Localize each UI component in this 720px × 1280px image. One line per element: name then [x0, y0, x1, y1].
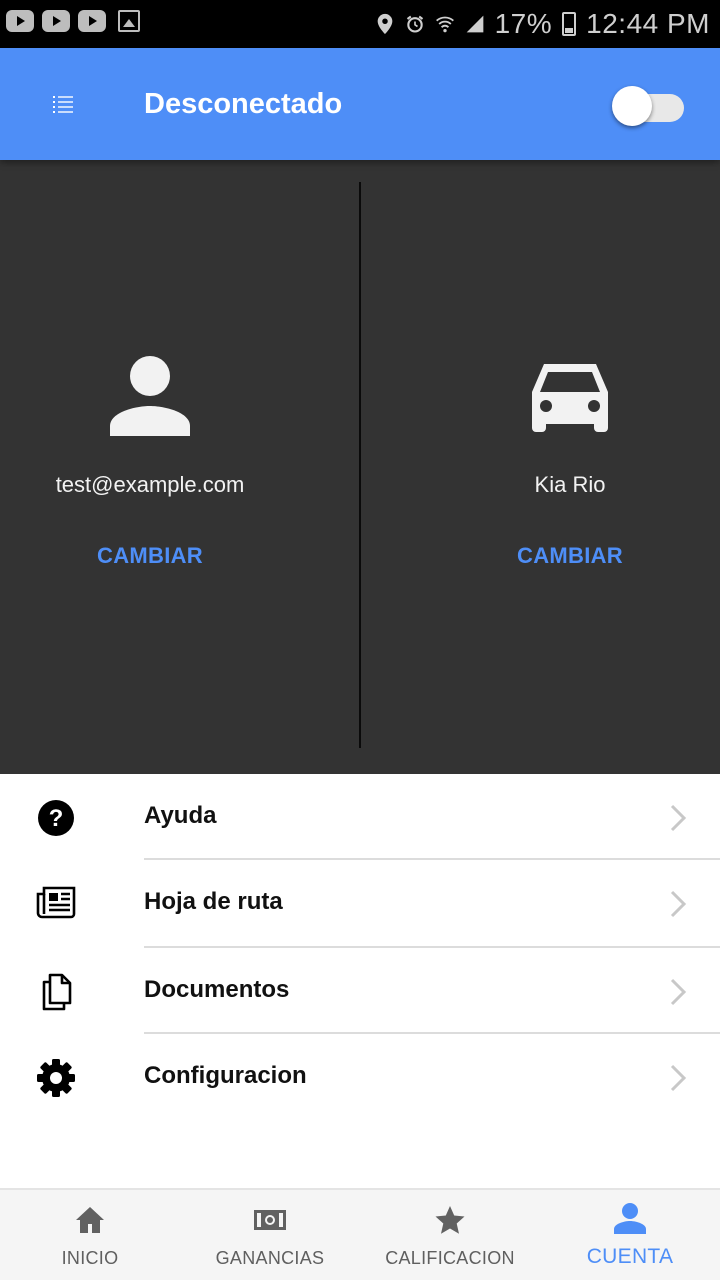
chevron-right-icon: [670, 890, 687, 918]
user-card: test@example.com CAMBIAR: [0, 160, 300, 774]
toggle-thumb: [612, 86, 652, 126]
money-icon: [254, 1210, 286, 1230]
change-user-button[interactable]: CAMBIAR: [0, 540, 300, 572]
image-icon: [118, 10, 140, 32]
newspaper-icon: [36, 886, 76, 919]
page-title: Desconectado: [144, 88, 343, 120]
account-icon: [614, 1203, 646, 1234]
app-screen: 17% 12:44 PM Desconectado test@example.c…: [0, 0, 720, 1280]
youtube-icon: [78, 10, 106, 32]
alarm-icon: [406, 15, 423, 33]
home-icon: [76, 1207, 104, 1233]
nav-tab-label: GANANCIAS: [215, 1248, 325, 1268]
chevron-right-icon: [670, 978, 687, 1006]
chevron-right-icon: [670, 804, 687, 832]
car-icon: [532, 364, 608, 432]
documents-icon: [42, 973, 72, 1011]
nav-tab-label: CUENTA: [586, 1245, 674, 1268]
chevron-right-icon: [670, 1064, 687, 1092]
nav-tab-cuenta[interactable]: CUENTA: [540, 1190, 720, 1280]
battery-icon: [562, 12, 577, 36]
help-icon: ?: [38, 800, 74, 836]
notification-icons: [6, 10, 140, 32]
menu-item-hoja-de-ruta[interactable]: Hoja de ruta: [0, 860, 720, 948]
list-menu-icon: [53, 96, 73, 113]
nav-tab-label: INICIO: [61, 1248, 119, 1268]
app-bar: Desconectado: [0, 48, 720, 160]
vehicle-name: Kia Rio: [534, 472, 606, 497]
youtube-icon: [6, 10, 34, 32]
bottom-navigation: INICIO GANANCIAS CALIFICACION CUENTA: [0, 1188, 720, 1280]
wifi-icon: [435, 16, 454, 33]
menu-item-configuracion[interactable]: Configuracion: [0, 1034, 720, 1122]
user-email: test@example.com: [55, 472, 245, 497]
menu-item-label: Documentos: [144, 976, 290, 1003]
nav-tab-ganancias[interactable]: GANANCIAS: [180, 1190, 360, 1280]
clock: 12:44 PM: [586, 8, 710, 39]
battery-percent: 17%: [494, 8, 553, 39]
menu-item-documentos[interactable]: Documentos: [0, 948, 720, 1034]
youtube-icon: [42, 10, 70, 32]
menu-item-label: Hoja de ruta: [144, 888, 283, 915]
menu-item-label: Ayuda: [144, 802, 217, 829]
menu-button[interactable]: [44, 84, 84, 124]
profile-panel: test@example.com CAMBIAR Kia Rio CAMBIAR: [0, 160, 720, 774]
panel-divider: [359, 182, 361, 748]
nav-tab-inicio[interactable]: INICIO: [0, 1190, 180, 1280]
signal-icon: [466, 15, 483, 33]
system-icons: 17% 12:44 PM: [375, 6, 710, 42]
account-menu: ? Ayuda Hoja de ruta Documentos Configur…: [0, 774, 720, 1122]
change-vehicle-button[interactable]: CAMBIAR: [420, 540, 720, 572]
person-icon: [110, 356, 190, 436]
location-icon: [377, 13, 392, 35]
status-bar: 17% 12:44 PM: [0, 0, 720, 48]
nav-tab-calificacion[interactable]: CALIFICACION: [360, 1190, 540, 1280]
nav-tab-label: CALIFICACION: [385, 1248, 515, 1268]
vehicle-card: Kia Rio CAMBIAR: [420, 160, 720, 774]
online-toggle[interactable]: [612, 86, 684, 126]
gear-icon: [37, 1059, 75, 1097]
menu-item-label: Configuracion: [144, 1062, 307, 1089]
svg-text:?: ?: [49, 805, 64, 832]
star-icon: [435, 1206, 465, 1234]
menu-item-ayuda[interactable]: ? Ayuda: [0, 774, 720, 860]
